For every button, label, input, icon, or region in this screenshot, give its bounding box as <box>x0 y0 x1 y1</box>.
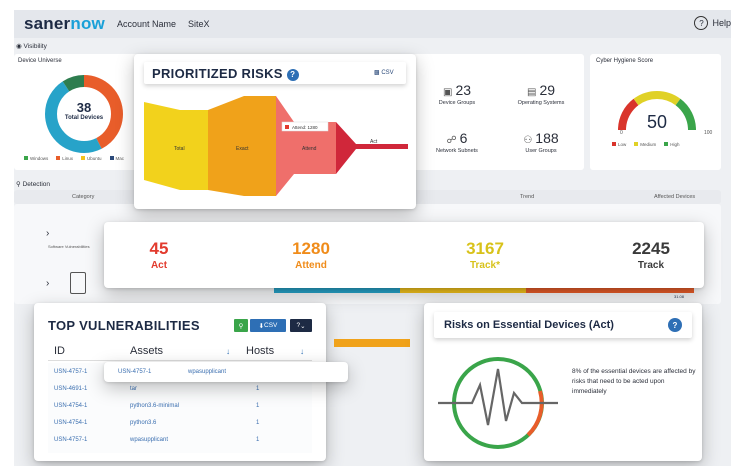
operating-systems-stat[interactable]: ▤ 29 Operating Systems <box>496 82 586 106</box>
essential-help-icon[interactable]: ? <box>668 318 682 332</box>
act-counter[interactable]: 45 Act <box>104 239 214 271</box>
track-star-count: 3167 <box>466 239 504 258</box>
col-id-header[interactable]: ID <box>54 345 65 357</box>
document-icon <box>70 272 86 294</box>
expand-row-1-icon[interactable]: › <box>46 228 49 239</box>
gauge-max-label: 100 <box>704 130 713 136</box>
background-bar <box>334 339 410 347</box>
cyber-hygiene-card: Cyber Hygiene Score 50 0 100 Low Medium … <box>590 54 721 170</box>
band-total-label: Total <box>174 146 185 152</box>
users-icon: ⚇ <box>523 135 533 146</box>
essential-description: 8% of the essential devices are affected… <box>572 368 696 395</box>
act-count: 45 <box>149 239 169 258</box>
device-count: 38 Total Devices <box>64 100 104 121</box>
prioritized-risks-panel: PRIORITIZED RISKS ? ▩ CSV Total Exact At… <box>134 54 416 209</box>
funnel-tooltip-text: Attend: 1280 <box>292 125 318 130</box>
sanernow-logo[interactable]: sanernow <box>24 14 105 34</box>
risks-help-icon[interactable]: ? <box>286 68 299 81</box>
affected-devices-value: 31.08 <box>674 294 685 299</box>
search-icon: ⚲ <box>16 181 21 188</box>
risks-csv-button[interactable]: ▩ CSV <box>374 69 394 76</box>
attend-count: 1280 <box>292 239 330 258</box>
search-button[interactable]: ⚲ <box>234 319 248 332</box>
table-row[interactable]: USN-4754-1 python3.6 1 <box>48 417 312 431</box>
user-groups-stat[interactable]: ⚇ 188 User Groups <box>496 130 586 154</box>
top-bar: sanernow Account Name SiteX ? Help <box>14 10 731 38</box>
device-groups-stat[interactable]: ▣ 23 Device Groups <box>412 82 502 106</box>
cyber-hygiene-title: Cyber Hygiene Score <box>596 58 654 64</box>
visibility-section-label: ◉ Visibility <box>16 43 47 50</box>
site-selector[interactable]: SiteX <box>188 19 210 29</box>
hygiene-score: 50 <box>646 112 668 132</box>
tv-help-button[interactable]: ? ⌄ <box>290 319 312 332</box>
act-label: Act <box>150 260 168 271</box>
band-act-label: Act <box>370 139 378 145</box>
track-counter[interactable]: 2245 Track <box>596 239 706 271</box>
attend-label: Attend <box>295 260 327 271</box>
track-star-label: Track* <box>469 260 501 271</box>
essential-devices-panel: Risks on Essential Devices (Act) ? 8% of… <box>424 303 702 461</box>
assets-sort-icon[interactable]: ↓ <box>226 347 230 356</box>
eye-icon: ◉ <box>16 43 22 50</box>
account-name[interactable]: Account Name <box>117 19 176 29</box>
detection-section-label: ⚲ Detection <box>16 181 51 188</box>
dashboard: sanernow Account Name SiteX ? Help ◉ Vis… <box>0 0 731 466</box>
tv-table-header: ID Assets ↓ Hosts ↓ <box>48 341 312 361</box>
monitor-icon: ▣ <box>442 87 453 98</box>
device-legend: Windows Linux Ubuntu Mac <box>24 156 124 161</box>
help-link[interactable]: ? Help <box>694 16 731 30</box>
network-subnets-stat[interactable]: ☍ 6 Network Subnets <box>412 130 502 154</box>
track-star-counter[interactable]: 3167 Track* <box>430 239 540 271</box>
table-row[interactable]: USN-4754-1 python3.6-minimal 1 <box>48 400 312 414</box>
search-icon: ⚲ <box>238 322 244 330</box>
stats-card: ▣ 23 Device Groups ▤ 29 Operating Systems … <box>412 54 584 170</box>
essential-devices-title: Risks on Essential Devices (Act) <box>444 319 614 331</box>
help-icon: ? <box>694 16 709 30</box>
top-vulnerabilities-panel: TOP VULNERABILITIES ⚲ ⬇ CSV ? ⌄ ID Asset… <box>34 303 326 461</box>
tooltip-id: USN-4757-1 <box>118 369 152 375</box>
detection-row-1-sub: Software Vulnerabilities <box>48 244 90 249</box>
track-label: Track <box>637 260 665 271</box>
gauge-min-label: 0 <box>620 130 623 136</box>
tv-csv-button[interactable]: ⬇ CSV <box>250 319 286 332</box>
track-count: 2245 <box>632 239 670 258</box>
table-row[interactable]: USN-4691-1 tar 1 <box>48 383 312 397</box>
network-icon: ☍ <box>446 135 457 146</box>
laptop-icon: ▤ <box>526 87 537 98</box>
expand-row-2-icon[interactable]: › <box>46 278 49 289</box>
essential-risk-ring[interactable] <box>432 347 564 455</box>
tooltip-asset: wpasupplicant <box>188 369 227 375</box>
essential-devices-header: Risks on Essential Devices (Act) ? <box>434 312 692 338</box>
detection-progress-bar <box>274 288 694 293</box>
hosts-sort-icon[interactable]: ↓ <box>300 347 304 356</box>
row-hover-tooltip[interactable]: USN-4757-1 wpasupplicant <box>104 362 348 382</box>
band-exact-label: Exact <box>236 146 249 152</box>
prioritized-risks-title: PRIORITIZED RISKS <box>152 66 283 81</box>
risk-counters-strip: 45 Act 1280 Attend 3167 Track* 2245 Trac… <box>104 222 704 288</box>
attend-counter[interactable]: 1280 Attend <box>256 239 366 271</box>
col-assets-header[interactable]: Assets <box>130 345 163 357</box>
hygiene-legend: Low Medium High <box>612 142 680 147</box>
top-vulnerabilities-title: TOP VULNERABILITIES <box>48 318 200 333</box>
risks-funnel-chart[interactable]: Total Exact Attend Act Attend: 1280 <box>144 92 408 200</box>
table-row[interactable]: USN-4757-1 wpasupplicant 1 <box>48 434 312 448</box>
device-universe-card: Device Universe 38 Total Devices Windows… <box>14 54 150 170</box>
col-hosts-header[interactable]: Hosts <box>246 345 274 357</box>
device-universe-title: Device Universe <box>18 58 62 64</box>
band-attend-label: Attend <box>302 146 317 152</box>
